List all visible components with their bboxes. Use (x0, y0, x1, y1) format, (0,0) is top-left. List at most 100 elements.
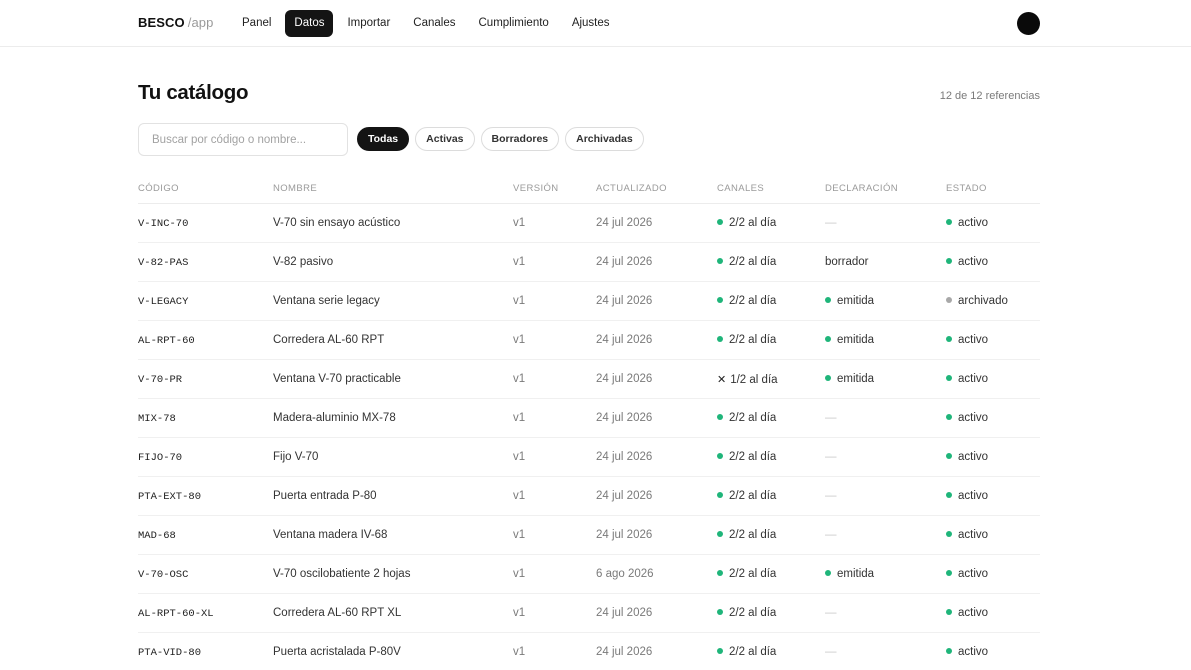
row-updated: 24 jul 2026 (596, 373, 653, 385)
row-name[interactable]: V-70 oscilobatiente 2 hojas (273, 568, 410, 580)
row-code: V-70-PR (138, 374, 183, 386)
row-channels: 2/2 al día (717, 646, 776, 658)
row-channels: 2/2 al día (717, 529, 776, 541)
row-name[interactable]: V-82 pasivo (273, 256, 333, 268)
nav-item-panel[interactable]: Panel (233, 10, 280, 37)
row-code: AL-RPT-60 (138, 335, 195, 347)
row-declaration: — (825, 217, 837, 229)
status-dot-icon (717, 492, 723, 498)
row-status-text: activo (958, 256, 989, 268)
row-name[interactable]: Ventana V-70 practicable (273, 373, 401, 385)
row-name[interactable]: Ventana madera IV-68 (273, 529, 387, 541)
row-declaration: — (825, 607, 837, 619)
row-updated: 24 jul 2026 (596, 295, 653, 307)
row-channels: ✕ 1/2 al día (717, 373, 778, 386)
row-version: v1 (513, 451, 526, 463)
row-name[interactable]: V-70 sin ensayo acústico (273, 217, 400, 229)
row-declaration-text: — (825, 217, 837, 229)
column-header[interactable]: Canales (717, 183, 764, 194)
row-channels-text: 2/2 al día (729, 607, 777, 619)
brand-sub: /app (187, 15, 214, 30)
table-row[interactable]: PTA-EXT-80 Puerta entrada P-80 v1 24 jul 20… (138, 477, 1040, 516)
row-updated: 24 jul 2026 (596, 217, 653, 229)
row-name[interactable]: Madera-aluminio MX-78 (273, 412, 396, 424)
row-name[interactable]: Ventana serie legacy (273, 295, 380, 307)
filter-chip-todas[interactable]: Todas (357, 127, 410, 151)
search-input[interactable] (138, 123, 348, 156)
table-row[interactable]: V-82-PAS V-82 pasivo v1 24 jul 2026 2/2 al d… (138, 243, 1040, 282)
row-updated: 24 jul 2026 (596, 334, 653, 346)
row-declaration: — (825, 490, 837, 502)
row-status: archivado (946, 295, 1008, 307)
row-declaration: emitida (825, 568, 874, 580)
row-channels-text: 2/2 al día (729, 412, 777, 424)
brand-logo[interactable]: BESCO/app (138, 15, 213, 30)
column-header[interactable]: Código (138, 183, 179, 194)
row-channels-text: 2/2 al día (729, 334, 777, 346)
nav-item-canales[interactable]: Canales (404, 10, 464, 37)
row-status: activo (946, 490, 988, 502)
row-name[interactable]: Corredera AL-60 RPT XL (273, 607, 401, 619)
row-name[interactable]: Fijo V-70 (273, 451, 318, 463)
user-avatar[interactable] (1017, 12, 1040, 35)
status-dot-icon (946, 258, 952, 264)
main-nav: Panel Datos Importar Canales Cumplimiento Aju… (233, 10, 624, 37)
row-code: PTA-VID-80 (138, 647, 202, 659)
table-row[interactable]: MAD-68 Ventana madera IV-68 v1 24 jul 2026 2… (138, 516, 1040, 555)
table-row[interactable]: V-LEGACY Ventana serie legacy v1 24 jul 202… (138, 282, 1040, 321)
table-row[interactable]: V-70-PR Ventana V-70 practicable v1 24 jul … (138, 360, 1040, 399)
row-declaration-text: — (825, 529, 837, 541)
column-header[interactable]: Nombre (273, 183, 317, 194)
status-dot-icon (717, 531, 723, 537)
column-header[interactable]: Versión (513, 183, 559, 194)
table-row[interactable]: AL-RPT-60-XL Corredera AL-60 RPT XL v1 24 j… (138, 594, 1040, 633)
status-dot-icon (825, 336, 831, 342)
row-status: activo (946, 373, 988, 385)
table-row[interactable]: FIJO-70 Fijo V-70 v1 24 jul 2026 2/2 al día —… (138, 438, 1040, 477)
status-dot-icon (717, 648, 723, 654)
filter-chip-borradores[interactable]: Borradores (480, 127, 560, 151)
status-filters: Todas Activas Borradores Archivadas (357, 127, 650, 151)
row-channels: 2/2 al día (717, 490, 776, 502)
table-row[interactable]: V-INC-70 V-70 sin ensayo acústico v1 24 jul… (138, 204, 1040, 243)
status-dot-icon (946, 570, 952, 576)
row-channels-text: 2/2 al día (729, 490, 777, 502)
row-declaration-text: emitida (837, 568, 875, 580)
row-version: v1 (513, 412, 526, 424)
status-dot-icon (946, 609, 952, 615)
nav-item-cumplimiento[interactable]: Cumplimiento (470, 10, 558, 37)
row-status: activo (946, 334, 988, 346)
table-row[interactable]: V-70-OSC V-70 oscilobatiente 2 hojas v1 6 a… (138, 555, 1040, 594)
row-channels-text: 1/2 al día (730, 374, 778, 386)
row-code: PTA-EXT-80 (138, 491, 202, 503)
column-header[interactable]: Declaración (825, 183, 898, 194)
row-declaration-text: — (825, 412, 837, 424)
row-code: V-82-PAS (138, 257, 189, 269)
filter-chip-activas[interactable]: Activas (415, 127, 475, 151)
column-header[interactable]: Actualizado (596, 183, 667, 194)
column-header[interactable]: Estado (946, 183, 987, 194)
status-dot-icon (946, 648, 952, 654)
row-declaration: — (825, 529, 837, 541)
filter-chip-archivadas[interactable]: Archivadas (565, 127, 644, 151)
row-updated: 24 jul 2026 (596, 256, 653, 268)
table-row[interactable]: AL-RPT-60 Corredera AL-60 RPT v1 24 jul 202… (138, 321, 1040, 360)
table-row[interactable]: MIX-78 Madera-aluminio MX-78 v1 24 jul 2026… (138, 399, 1040, 438)
row-name[interactable]: Puerta acristalada P-80V (273, 646, 401, 658)
status-dot-icon (946, 492, 952, 498)
nav-item-ajustes[interactable]: Ajustes (563, 10, 619, 37)
row-code: AL-RPT-60-XL (138, 608, 214, 620)
row-version: v1 (513, 334, 526, 346)
row-channels: 2/2 al día (717, 568, 776, 580)
nav-item-datos[interactable]: Datos (285, 10, 334, 37)
row-updated: 24 jul 2026 (596, 490, 653, 502)
row-channels: 2/2 al día (717, 334, 776, 346)
row-name[interactable]: Corredera AL-60 RPT (273, 334, 384, 346)
table-row[interactable]: PTA-VID-80 Puerta acristalada P-80V v1 24 j… (138, 633, 1040, 670)
status-dot-icon (717, 336, 723, 342)
nav-item-importar[interactable]: Importar (338, 10, 399, 37)
row-channels-text: 2/2 al día (729, 217, 777, 229)
status-dot-icon (946, 336, 952, 342)
row-name[interactable]: Puerta entrada P-80 (273, 490, 377, 502)
status-dot-icon (717, 609, 723, 615)
